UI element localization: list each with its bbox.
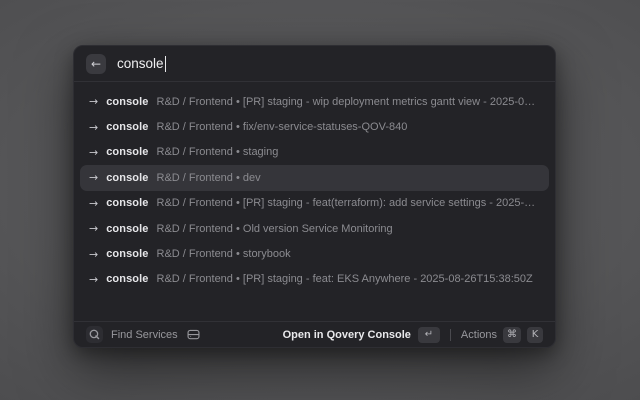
result-row[interactable]: → console R&D / Frontend • fix/env-servi… xyxy=(80,114,549,139)
text-caret xyxy=(165,56,167,72)
search-bar: ← console xyxy=(74,46,555,82)
result-name: console xyxy=(106,223,148,235)
arrow-right-icon: → xyxy=(89,122,98,133)
arrow-right-icon: → xyxy=(89,172,98,183)
search-input[interactable]: console xyxy=(117,56,166,72)
arrow-right-icon: → xyxy=(89,223,98,234)
enter-key-icon: ↵ xyxy=(418,327,440,343)
result-name: console xyxy=(106,273,148,285)
arrow-left-icon: ← xyxy=(91,58,101,70)
arrow-right-icon: → xyxy=(89,96,98,107)
result-row[interactable]: → console R&D / Frontend • staging xyxy=(80,140,549,165)
hard-drive-icon xyxy=(186,327,201,342)
result-description: R&D / Frontend • fix/env-service-statuse… xyxy=(157,121,408,133)
open-in-console-label: Open in Qovery Console xyxy=(283,329,411,341)
k-key-icon: K xyxy=(527,327,543,343)
arrow-right-icon: → xyxy=(89,274,98,285)
command-key-icon: ⌘ xyxy=(503,327,521,343)
result-row[interactable]: → console R&D / Frontend • Old version S… xyxy=(80,216,549,241)
result-description: R&D / Frontend • storybook xyxy=(157,248,291,260)
footer-divider xyxy=(450,329,451,341)
footer-bar: Find Services Open in Qovery Console ↵ A… xyxy=(74,321,555,347)
result-description: R&D / Frontend • [PR] staging - feat(ter… xyxy=(157,197,541,209)
result-description: R&D / Frontend • [PR] staging - wip depl… xyxy=(157,96,541,108)
back-button[interactable]: ← xyxy=(86,54,106,74)
result-name: console xyxy=(106,96,148,108)
open-in-console-button[interactable]: Open in Qovery Console ↵ xyxy=(283,327,440,343)
results-list: → console R&D / Frontend • [PR] staging … xyxy=(74,82,555,321)
result-description: R&D / Frontend • Old version Service Mon… xyxy=(157,223,393,235)
qovery-logo-icon xyxy=(86,326,103,343)
arrow-right-icon: → xyxy=(89,198,98,209)
result-row[interactable]: → console R&D / Frontend • storybook xyxy=(80,241,549,266)
result-row[interactable]: → console R&D / Frontend • [PR] staging … xyxy=(80,267,549,292)
arrow-right-icon: → xyxy=(89,249,98,260)
result-row[interactable]: → console R&D / Frontend • [PR] staging … xyxy=(80,89,549,114)
actions-label: Actions xyxy=(461,329,497,341)
result-name: console xyxy=(106,172,148,184)
find-services-label: Find Services xyxy=(111,329,178,341)
result-name: console xyxy=(106,197,148,209)
result-name: console xyxy=(106,248,148,260)
result-description: R&D / Frontend • staging xyxy=(157,146,279,158)
result-description: R&D / Frontend • dev xyxy=(157,172,261,184)
result-name: console xyxy=(106,146,148,158)
result-description: R&D / Frontend • [PR] staging - feat: EK… xyxy=(157,273,533,285)
actions-button[interactable]: Actions ⌘ K xyxy=(461,327,543,343)
command-palette-dialog: ← console → console R&D / Frontend • [PR… xyxy=(73,45,556,348)
search-query: console xyxy=(117,56,164,71)
result-name: console xyxy=(106,121,148,133)
result-row[interactable]: → console R&D / Frontend • [PR] staging … xyxy=(80,191,549,216)
result-row[interactable]: → console R&D / Frontend • dev xyxy=(80,165,549,190)
arrow-right-icon: → xyxy=(89,147,98,158)
